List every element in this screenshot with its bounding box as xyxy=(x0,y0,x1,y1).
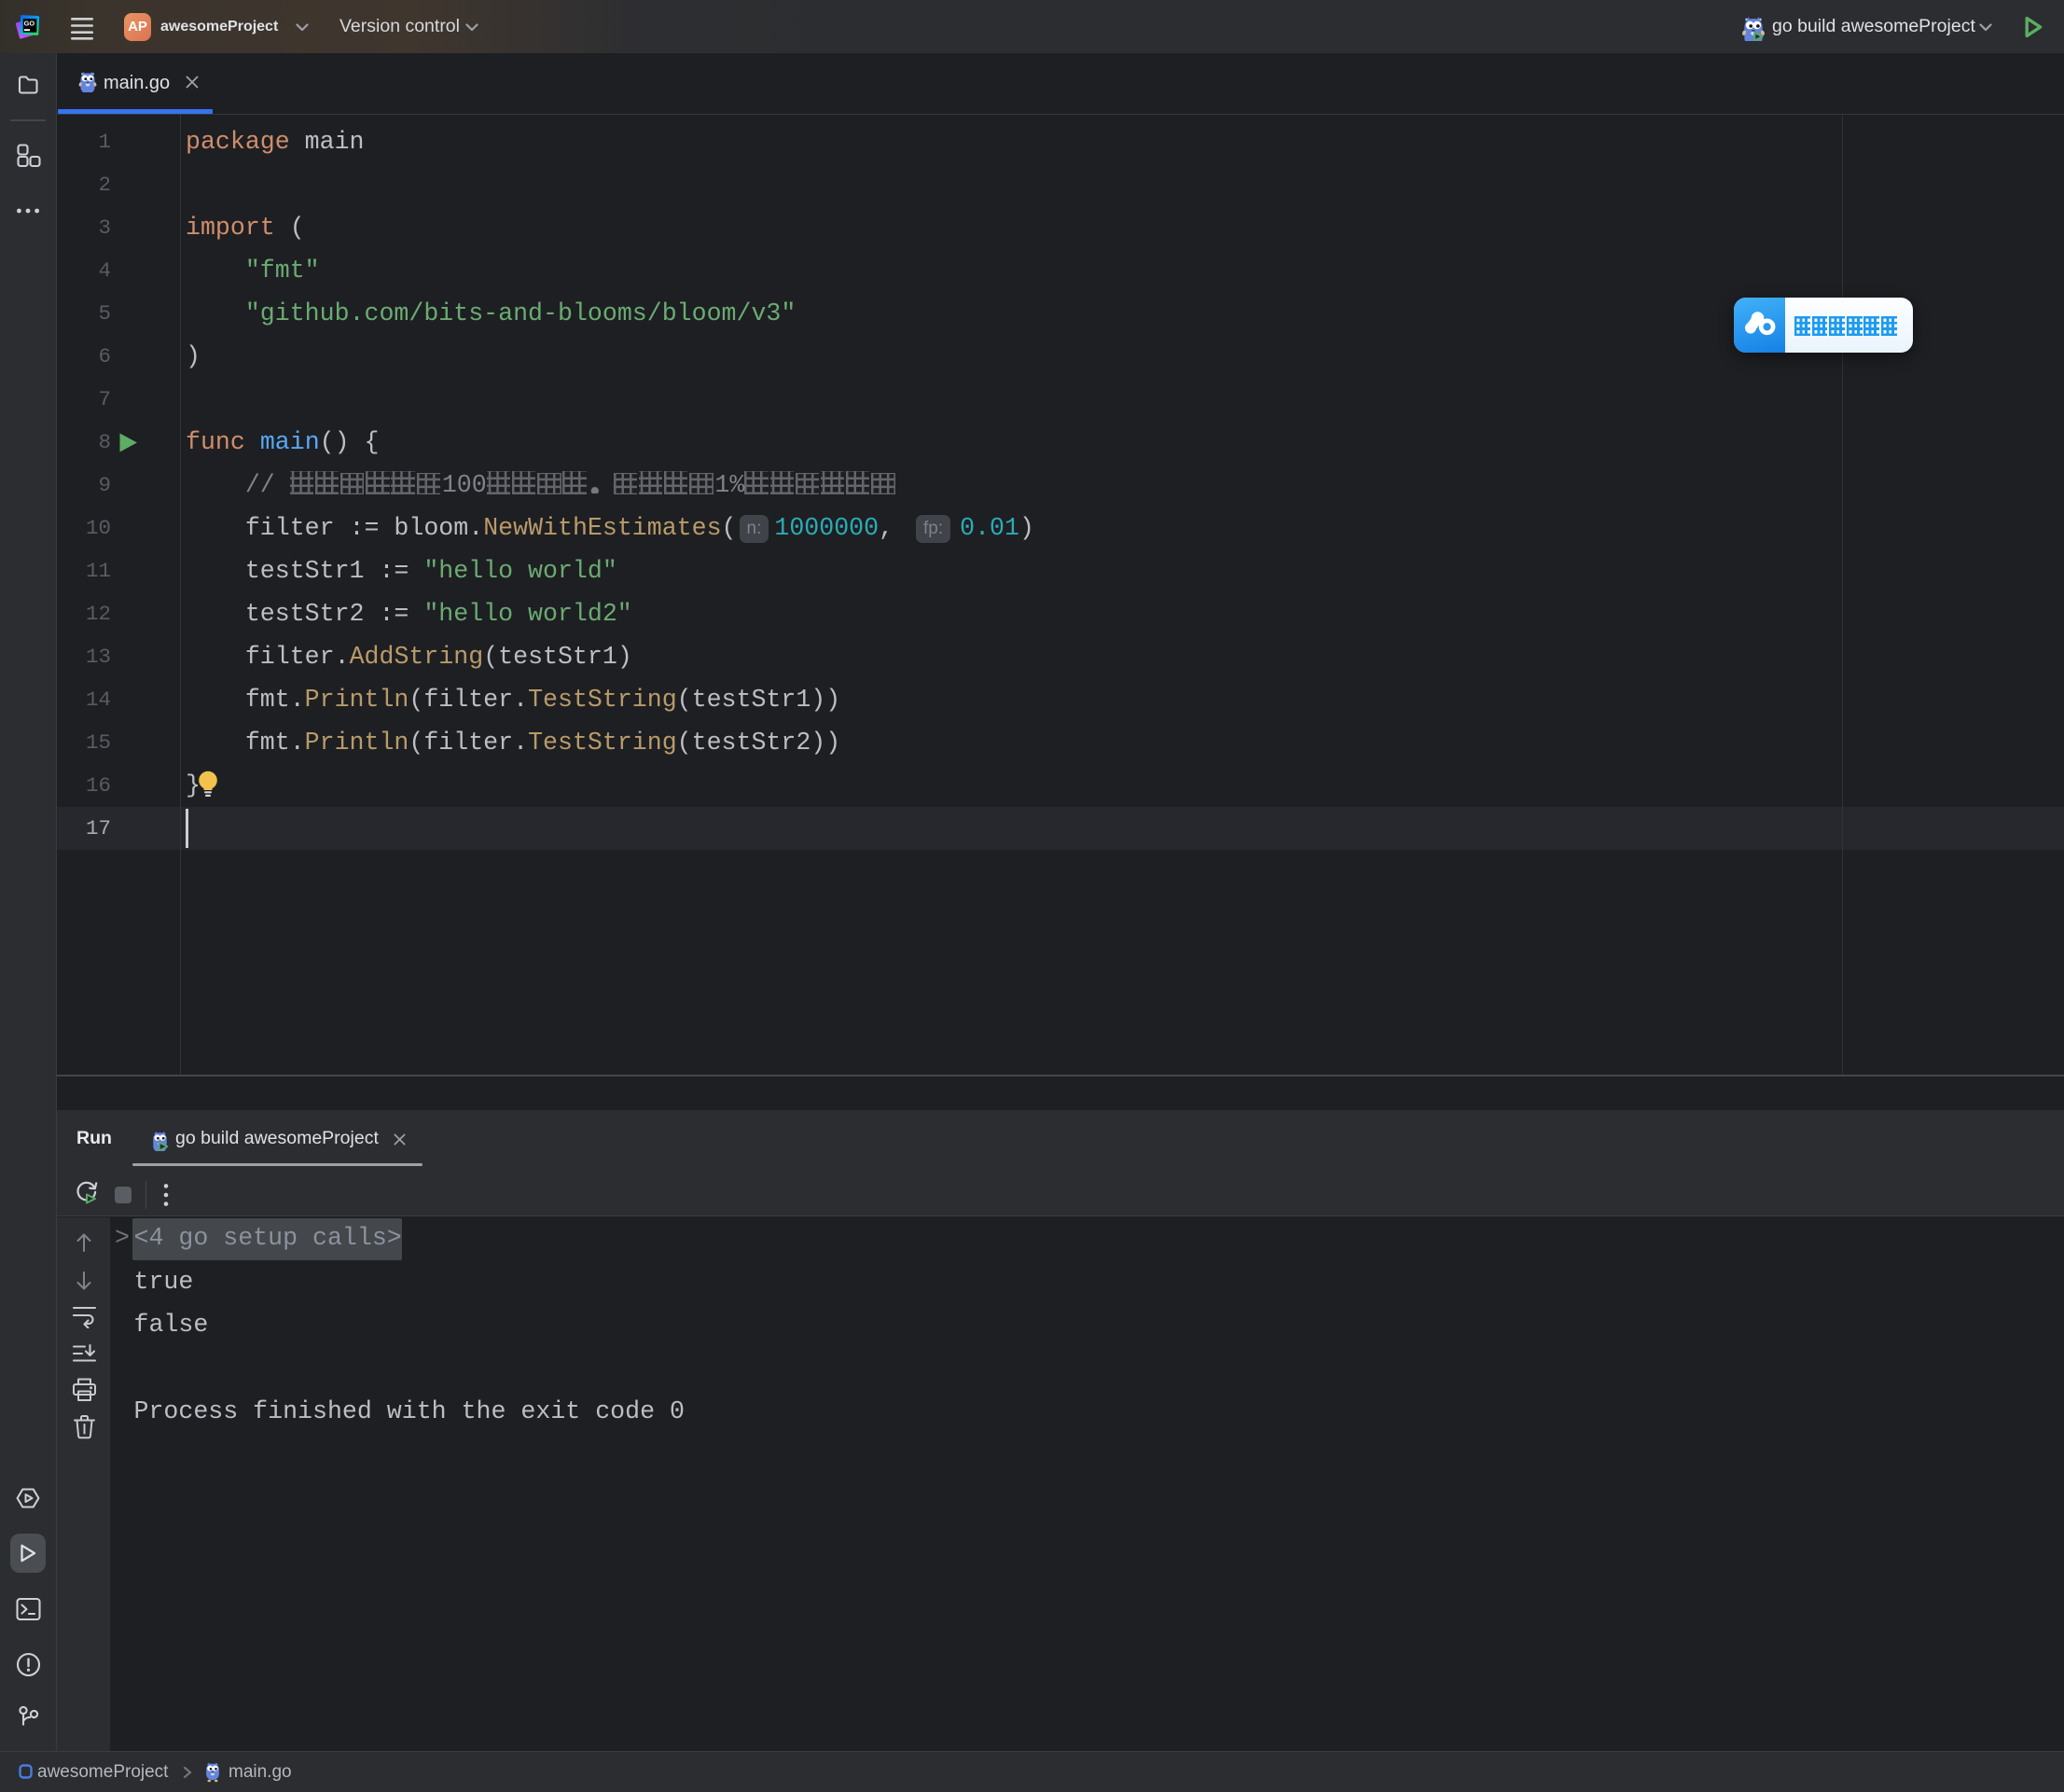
svg-text:GO: GO xyxy=(24,19,35,27)
